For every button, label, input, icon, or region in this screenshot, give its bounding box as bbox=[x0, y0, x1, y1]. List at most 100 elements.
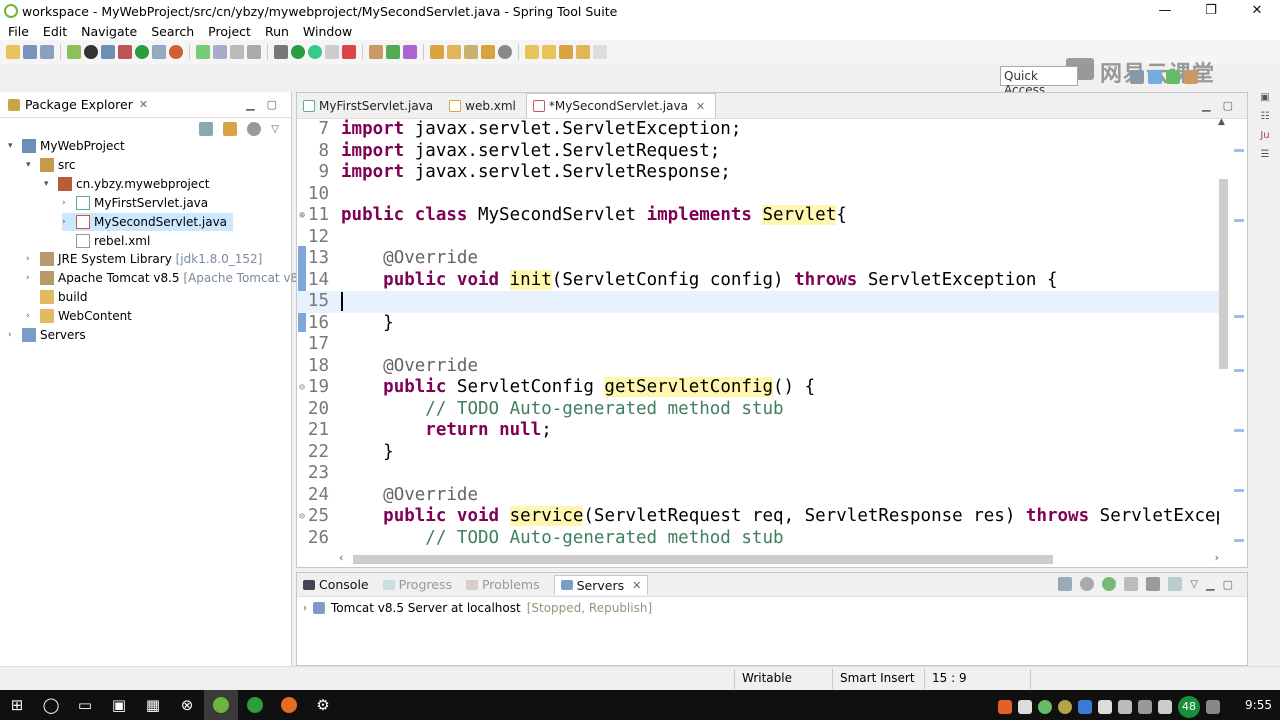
spring-icon[interactable] bbox=[67, 45, 81, 59]
menu-run[interactable]: Run bbox=[257, 24, 295, 39]
scroll-up-icon[interactable]: ▲ bbox=[1218, 117, 1225, 127]
task-list-icon[interactable]: ☰ bbox=[1250, 149, 1280, 160]
overview-marker[interactable] bbox=[1234, 369, 1244, 372]
tree-item-package[interactable]: ▾ cn.ybzy.mywebproject bbox=[44, 175, 210, 193]
windows-start-icon[interactable]: ⊞ bbox=[0, 690, 34, 720]
menu-navigate[interactable]: Navigate bbox=[73, 24, 143, 39]
open-perspective-icon[interactable] bbox=[1130, 70, 1144, 84]
stop-server-icon[interactable] bbox=[1146, 577, 1161, 591]
open-task-icon[interactable] bbox=[447, 45, 461, 59]
tab-progress[interactable]: Progress bbox=[382, 577, 452, 592]
maximize-button[interactable]: ❐ bbox=[1188, 0, 1234, 22]
code-area[interactable]: 7 import javax.servlet.ServletException; … bbox=[297, 119, 1219, 551]
view-menu-icon[interactable]: ▽ bbox=[1190, 579, 1198, 590]
close-icon[interactable]: ✕ bbox=[139, 98, 148, 111]
search-icon[interactable]: ◯ bbox=[34, 690, 68, 720]
open-type-icon[interactable] bbox=[430, 45, 444, 59]
overview-marker[interactable] bbox=[1234, 429, 1244, 432]
link-with-editor-icon[interactable] bbox=[223, 122, 238, 136]
outline-icon[interactable]: ☷ bbox=[1250, 111, 1280, 122]
collapse-icon[interactable] bbox=[1058, 577, 1073, 591]
expanded-arrow-icon[interactable]: ▾ bbox=[8, 141, 18, 151]
tray-app-icon[interactable] bbox=[1038, 700, 1052, 714]
scrollbar-thumb[interactable] bbox=[353, 555, 1053, 564]
keyboard-icon[interactable] bbox=[1138, 700, 1152, 714]
tree-item-project[interactable]: ▾ MyWebProject bbox=[8, 137, 125, 155]
jrebel-icon[interactable] bbox=[169, 45, 183, 59]
close-button[interactable]: ✕ bbox=[1234, 0, 1280, 22]
menu-window[interactable]: Window bbox=[295, 24, 358, 39]
coverage-icon[interactable] bbox=[213, 45, 227, 59]
profile-server-icon[interactable] bbox=[1124, 577, 1139, 591]
battery-icon[interactable] bbox=[1158, 700, 1172, 714]
minimize-button[interactable]: — bbox=[1142, 0, 1188, 22]
minimize-icon[interactable]: ▁ bbox=[1202, 99, 1210, 112]
new-java-package-icon[interactable] bbox=[369, 45, 383, 59]
overview-marker[interactable] bbox=[1234, 315, 1244, 318]
network-icon[interactable] bbox=[1098, 700, 1112, 714]
collapsed-arrow-icon[interactable]: › bbox=[303, 603, 307, 614]
collapse-all-icon[interactable] bbox=[199, 122, 214, 136]
firefox-icon[interactable] bbox=[272, 690, 306, 720]
app-icon[interactable]: ▦ bbox=[136, 690, 170, 720]
tree-item-src[interactable]: ▾ src bbox=[26, 156, 76, 174]
expanded-arrow-icon[interactable]: ▾ bbox=[26, 160, 36, 170]
start-server-icon[interactable] bbox=[1102, 577, 1117, 591]
overview-marker[interactable] bbox=[1234, 219, 1244, 222]
start-server-icon[interactable] bbox=[135, 45, 149, 59]
focus-icon[interactable] bbox=[247, 122, 262, 136]
tray-app-icon[interactable] bbox=[998, 700, 1012, 714]
tree-item-webcontent[interactable]: › WebContent bbox=[26, 307, 132, 325]
collapsed-arrow-icon[interactable]: › bbox=[8, 330, 18, 340]
view-menu-icon[interactable]: ▽ bbox=[271, 124, 279, 135]
maximize-icon[interactable]: ▢ bbox=[267, 98, 277, 111]
horizontal-scrollbar[interactable]: ‹ › bbox=[339, 551, 1219, 565]
new-class-icon[interactable] bbox=[386, 45, 400, 59]
menu-project[interactable]: Project bbox=[200, 24, 257, 39]
save-icon[interactable] bbox=[23, 45, 37, 59]
tree-item-tomcat-library[interactable]: › Apache Tomcat v8.5 [Apache Tomcat v8.5 bbox=[26, 269, 310, 287]
maximize-icon[interactable]: ▢ bbox=[1223, 99, 1233, 112]
tab-problems[interactable]: Problems bbox=[465, 577, 540, 592]
collapsed-arrow-icon[interactable]: › bbox=[26, 273, 36, 283]
terminal-icon[interactable] bbox=[101, 45, 115, 59]
overview-marker[interactable] bbox=[1234, 539, 1244, 542]
app-icon[interactable]: ⊗ bbox=[170, 690, 204, 720]
tab-console[interactable]: Console bbox=[303, 577, 369, 592]
junit-icon[interactable]: Ju bbox=[1250, 130, 1280, 141]
publish-icon[interactable] bbox=[1168, 577, 1183, 591]
tree-item-myfirstservlet[interactable]: › MyFirstServlet.java bbox=[62, 194, 208, 212]
chrome-icon[interactable] bbox=[238, 690, 272, 720]
paragraph-icon[interactable] bbox=[247, 45, 261, 59]
collapsed-arrow-icon[interactable]: › bbox=[62, 198, 72, 208]
close-icon[interactable]: ✕ bbox=[696, 100, 705, 113]
overview-marker[interactable] bbox=[1234, 149, 1244, 152]
next-annotation-icon[interactable] bbox=[525, 45, 539, 59]
format-icon[interactable] bbox=[230, 45, 244, 59]
toggle-mark-icon[interactable] bbox=[152, 45, 166, 59]
new-icon[interactable] bbox=[6, 45, 20, 59]
debug-icon[interactable] bbox=[196, 45, 210, 59]
run-icon[interactable] bbox=[291, 45, 305, 59]
app-icon[interactable]: ▣ bbox=[102, 690, 136, 720]
collapsed-arrow-icon[interactable]: › bbox=[26, 254, 36, 264]
record-icon[interactable] bbox=[84, 45, 98, 59]
back-icon[interactable] bbox=[576, 45, 590, 59]
tree-item-build[interactable]: build bbox=[26, 288, 88, 306]
settings-icon[interactable] bbox=[274, 45, 288, 59]
debug-perspective-icon[interactable] bbox=[1184, 70, 1198, 84]
spring-tool-suite-taskbar-icon[interactable] bbox=[204, 690, 238, 720]
tray-shield-icon[interactable] bbox=[1018, 700, 1032, 714]
globe-icon[interactable] bbox=[498, 45, 512, 59]
tree-item-servers[interactable]: › Servers bbox=[8, 326, 86, 344]
scroll-right-icon[interactable]: › bbox=[1215, 551, 1219, 564]
external-tools-icon[interactable] bbox=[342, 45, 356, 59]
collapsed-arrow-icon[interactable]: › bbox=[62, 217, 72, 227]
new-interface-icon[interactable] bbox=[403, 45, 417, 59]
last-edit-icon[interactable] bbox=[559, 45, 573, 59]
close-icon[interactable]: ✕ bbox=[632, 579, 641, 592]
app-icon[interactable]: ⚙ bbox=[306, 690, 340, 720]
input-method-icon[interactable] bbox=[1206, 700, 1220, 714]
bluetooth-icon[interactable] bbox=[1078, 700, 1092, 714]
menu-search[interactable]: Search bbox=[143, 24, 200, 39]
